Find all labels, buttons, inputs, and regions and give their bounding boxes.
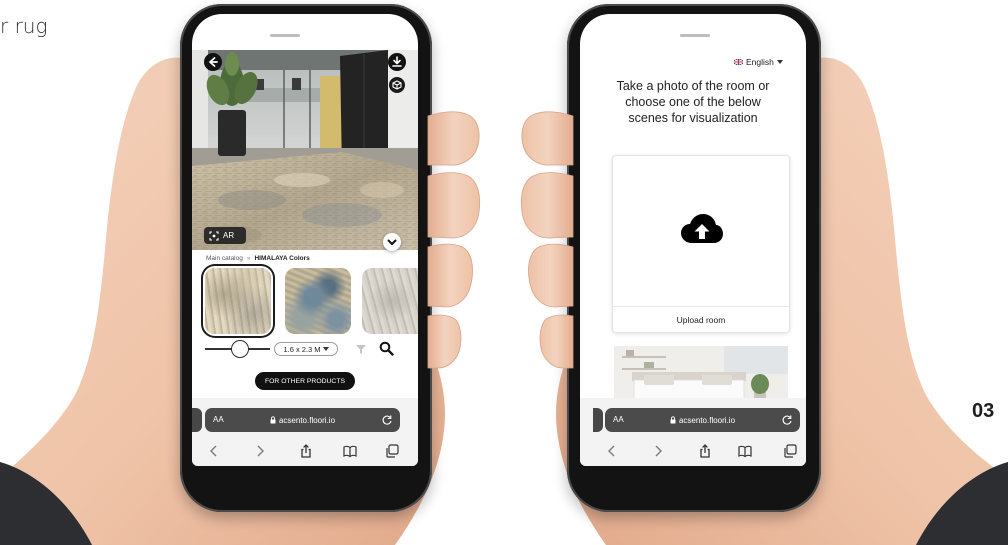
- breadcrumb-separator: »: [246, 255, 251, 262]
- breadcrumb: Main catalog» HIMALAYA Colors: [206, 255, 310, 262]
- ar-icon: [209, 230, 219, 241]
- lock-icon: [670, 416, 676, 424]
- tabs-icon[interactable]: [385, 444, 399, 458]
- upload-room-card[interactable]: Upload room: [612, 155, 790, 333]
- tabs-icon[interactable]: [783, 444, 797, 458]
- share-icon[interactable]: [698, 444, 712, 458]
- card-divider: [613, 306, 789, 307]
- reload-icon[interactable]: [381, 414, 393, 426]
- bookmarks-icon[interactable]: [738, 444, 752, 458]
- stage: r rug 03 AR Main catalog » HIMALAYA Colo…: [0, 0, 1008, 545]
- previous-tab-peek[interactable]: [593, 408, 603, 432]
- hands-background: [0, 57, 1008, 545]
- caret-down-icon: [776, 60, 783, 64]
- size-select[interactable]: 1.6 x 2.3 M: [274, 342, 338, 356]
- size-select-value: 1.6 x 2.3 M: [283, 344, 321, 354]
- page-number: 03: [972, 400, 995, 422]
- rug-thumbnail[interactable]: [362, 268, 418, 334]
- 3d-view-icon[interactable]: [389, 77, 405, 93]
- room-visualization-image[interactable]: [192, 50, 418, 250]
- language-label: English: [746, 57, 774, 67]
- chevron-down-icon[interactable]: [383, 233, 401, 251]
- language-selector[interactable]: English: [734, 57, 783, 67]
- url-text: acsento.floori.io: [278, 415, 336, 425]
- filter-icon[interactable]: [355, 343, 367, 355]
- cloud-upload-icon: [681, 214, 723, 243]
- chevron-left-icon[interactable]: [207, 444, 221, 458]
- instruction-heading: Take a photo of the room or choose one o…: [580, 78, 806, 126]
- chevron-right-icon[interactable]: [253, 444, 267, 458]
- reload-icon[interactable]: [781, 414, 793, 426]
- bookmarks-icon[interactable]: [343, 444, 357, 458]
- url-group: acsento.floori.io: [605, 408, 800, 432]
- corner-caption: r rug: [0, 14, 48, 38]
- speaker-grille: [680, 34, 710, 37]
- speaker-grille: [270, 34, 300, 37]
- chevron-right-icon[interactable]: [651, 444, 665, 458]
- url-text: acsento.floori.io: [678, 415, 736, 425]
- breadcrumb-current: HIMALAYA Colors: [254, 255, 310, 262]
- heading-line: choose one of the below: [625, 95, 761, 109]
- lock-icon: [270, 416, 276, 424]
- address-bar[interactable]: AA acsento.floori.io: [205, 408, 400, 432]
- rug-thumbnail[interactable]: [285, 268, 351, 334]
- heading-line: scenes for visualization: [628, 111, 758, 125]
- download-icon[interactable]: [388, 53, 406, 71]
- chevron-left-icon[interactable]: [605, 444, 619, 458]
- upload-room-label: Upload room: [676, 315, 726, 325]
- rug-thumbnail[interactable]: [205, 268, 271, 334]
- size-slider-knob[interactable]: [231, 340, 250, 358]
- uk-flag-icon: [734, 59, 743, 65]
- breadcrumb-root[interactable]: Main catalog: [206, 255, 243, 262]
- search-icon[interactable]: [379, 341, 394, 356]
- previous-tab-peek[interactable]: [192, 408, 202, 432]
- left-phone-screen: AR Main catalog» HIMALAYA Colors 1.6 x 2.…: [192, 14, 418, 466]
- right-phone: English Take a photo of the room or choo…: [567, 4, 821, 512]
- ar-button[interactable]: AR: [204, 227, 246, 244]
- address-bar[interactable]: AA acsento.floori.io: [605, 408, 800, 432]
- url-group: acsento.floori.io: [205, 408, 400, 432]
- caret-down-icon: [322, 347, 329, 351]
- right-phone-screen: English Take a photo of the room or choo…: [580, 14, 806, 466]
- heading-line: Take a photo of the room or: [616, 79, 770, 93]
- other-products-button[interactable]: FOR OTHER PRODUCTS: [255, 372, 355, 390]
- back-arrow-icon[interactable]: [204, 53, 222, 71]
- left-phone: AR Main catalog» HIMALAYA Colors 1.6 x 2.…: [180, 4, 432, 512]
- share-icon[interactable]: [299, 444, 313, 458]
- ar-label: AR: [223, 231, 235, 240]
